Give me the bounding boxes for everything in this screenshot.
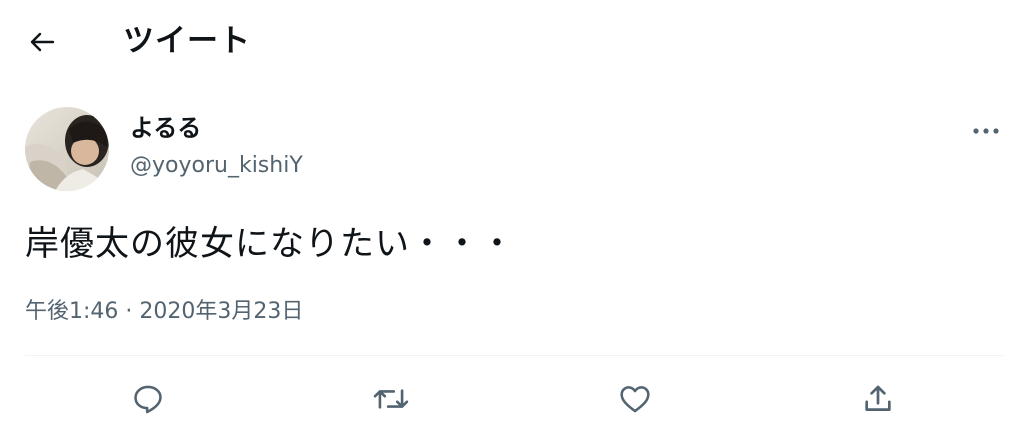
arrow-left-icon xyxy=(30,32,55,52)
divider xyxy=(25,355,1003,356)
page-title: ツイート xyxy=(123,23,251,59)
retweet-button[interactable] xyxy=(369,377,413,421)
author-handle[interactable]: @yoyoru_kishiY xyxy=(130,150,303,182)
avatar[interactable] xyxy=(25,107,109,191)
more-options-button[interactable] xyxy=(966,116,1006,146)
retweet-icon xyxy=(373,389,409,409)
user-avatar-photo xyxy=(25,107,109,191)
back-button[interactable] xyxy=(22,22,62,62)
like-button[interactable] xyxy=(613,377,657,421)
more-horizontal-icon xyxy=(973,128,999,134)
top-bar: ツイート xyxy=(0,0,1024,84)
share-button[interactable] xyxy=(856,377,900,421)
reply-icon xyxy=(134,385,162,414)
tweet-text: 岸優太の彼女になりたい・・・ xyxy=(25,224,515,264)
tweet-timestamp[interactable]: 午後1:46 · 2020年3月23日 xyxy=(25,294,303,330)
author-display-name[interactable]: よるる xyxy=(130,110,201,146)
like-icon xyxy=(620,386,650,413)
reply-button[interactable] xyxy=(126,377,170,421)
share-icon xyxy=(865,385,891,411)
